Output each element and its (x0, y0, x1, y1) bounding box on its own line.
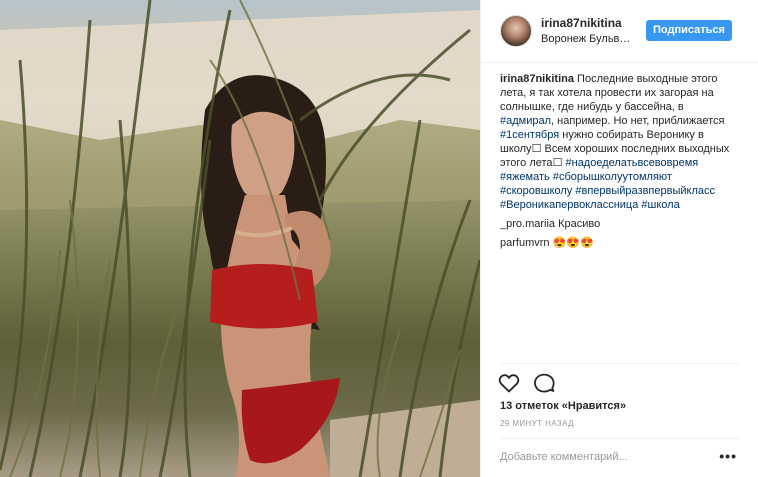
add-comment-section: ••• (500, 438, 739, 477)
post-side-panel: irina87nikitina Воронеж Бульв… Подписать… (480, 0, 758, 477)
divider (500, 363, 739, 364)
hashtag[interactable]: #Вероникапервоклассница (500, 199, 638, 211)
likes-count[interactable]: 13 отметок «Нравится» (500, 400, 626, 412)
hashtag[interactable]: #скоровшколу (500, 185, 572, 197)
hashtag-admiral[interactable]: #адмирал (500, 115, 551, 127)
hashtag-sept1[interactable]: #1сентября (500, 129, 559, 141)
header-username[interactable]: irina87nikitina (541, 16, 622, 30)
hashtag[interactable]: #надоеделатьвсевовремя (566, 157, 699, 169)
comment-text: 😍😍😍 (552, 237, 594, 249)
caption-author[interactable]: irina87nikitina (500, 73, 574, 85)
heart-icon[interactable] (497, 371, 521, 395)
instagram-post: irina87nikitina Воронеж Бульв… Подписать… (0, 0, 758, 477)
comment-author[interactable]: parfumvrn (500, 237, 550, 249)
comment-text: Красиво (558, 218, 601, 230)
caption-text-2: , например. Но нет, приближается (551, 115, 725, 127)
ellipsis-icon[interactable]: ••• (719, 448, 737, 464)
avatar[interactable] (500, 15, 532, 47)
post-header: irina87nikitina Воронеж Бульв… Подписать… (481, 0, 758, 63)
emoji-box-2: ☐ (552, 157, 563, 169)
speech-bubble-icon[interactable] (532, 371, 556, 395)
hashtag[interactable]: #сборышколуутомляют (553, 171, 672, 183)
action-bar (497, 371, 563, 395)
header-location[interactable]: Воронеж Бульв… (541, 33, 641, 45)
comments-list: irina87nikitina Последние выходные этого… (500, 72, 740, 255)
hashtag[interactable]: #впервыйразвпервыйкласс (575, 185, 715, 197)
comment-author[interactable]: _pro.mariia (500, 218, 555, 230)
emoji-box-1: ☐ (531, 143, 542, 155)
hashtag[interactable]: #школа (641, 199, 679, 211)
comment-item: _pro.mariia Красиво (500, 217, 740, 231)
post-timestamp[interactable]: 29 МИНУТ НАЗАД (500, 419, 574, 428)
follow-button[interactable]: Подписаться (646, 20, 732, 41)
comment-input[interactable] (500, 449, 700, 465)
caption: irina87nikitina Последние выходные этого… (500, 72, 740, 212)
hashtag[interactable]: #яжемать (500, 171, 550, 183)
photo-illustration (0, 0, 480, 477)
comment-item: parfumvrn 😍😍😍 (500, 236, 740, 250)
post-photo[interactable] (0, 0, 480, 477)
